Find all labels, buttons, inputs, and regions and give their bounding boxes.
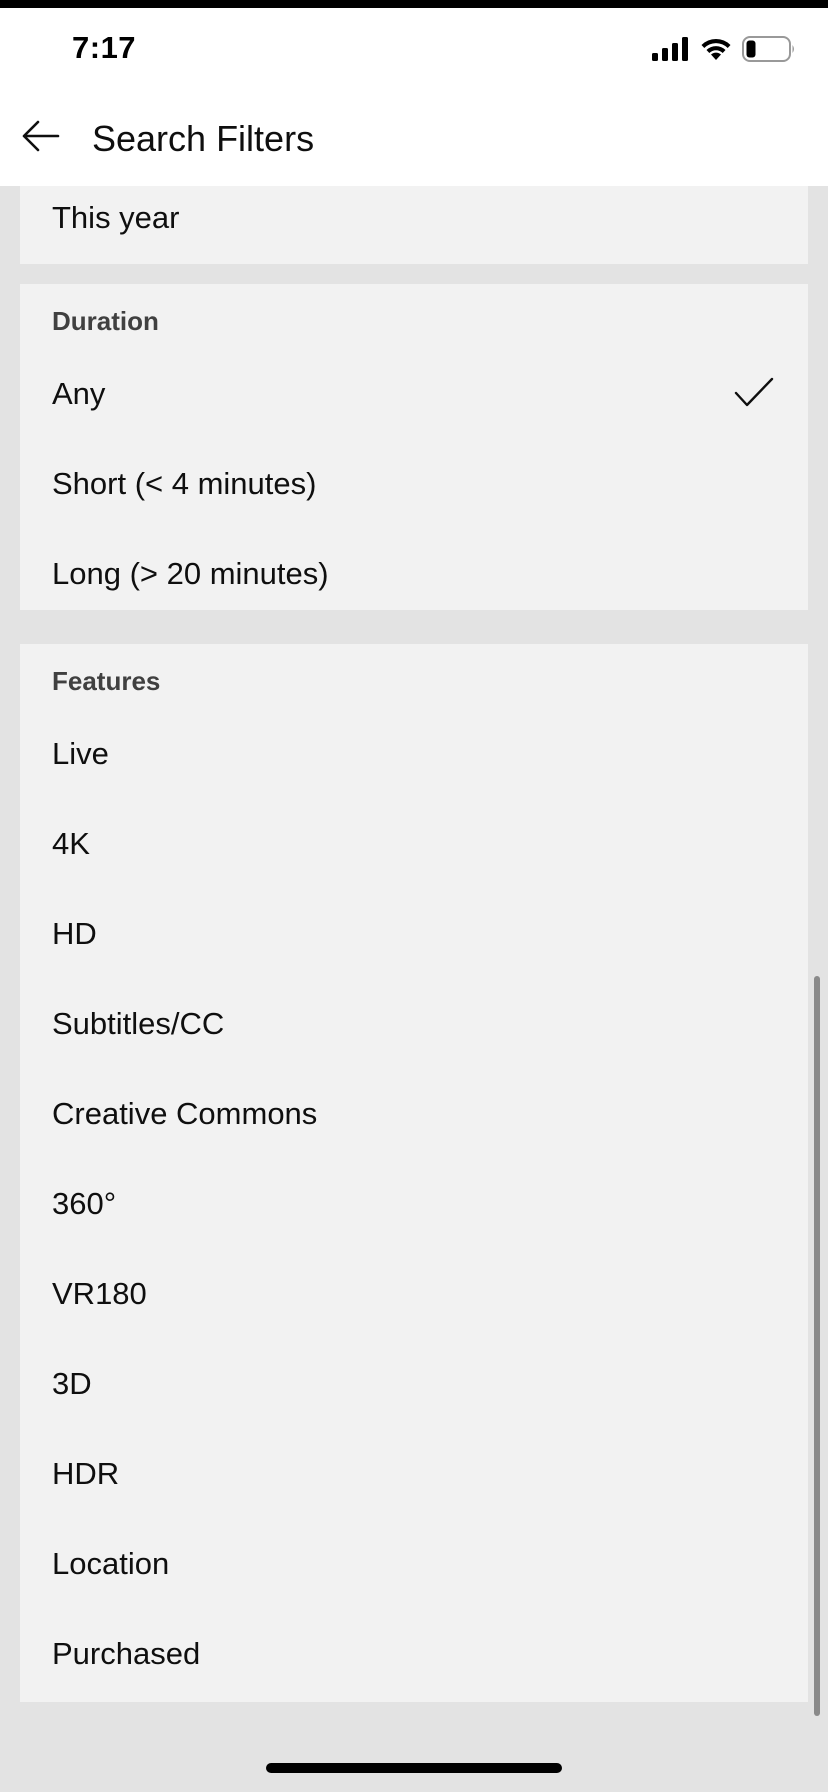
back-button[interactable] xyxy=(14,112,66,164)
option-label: 4K xyxy=(52,826,90,861)
battery-icon xyxy=(742,35,796,67)
option-label: Any xyxy=(52,376,106,411)
option-label: Short (< 4 minutes) xyxy=(52,466,317,501)
filter-option-long[interactable]: Long (> 20 minutes) xyxy=(20,530,808,620)
filter-option-live[interactable]: Live xyxy=(20,710,808,800)
option-label: Long (> 20 minutes) xyxy=(52,556,329,591)
app-bar: Search Filters xyxy=(0,90,828,186)
filter-option-4k[interactable]: 4K xyxy=(20,800,808,890)
status-time: 7:17 xyxy=(72,30,137,65)
filter-option-purchased[interactable]: Purchased xyxy=(20,1610,808,1700)
duration-card: Duration Any Short (< 4 minutes) Long (>… xyxy=(20,284,808,610)
option-label: Purchased xyxy=(52,1636,201,1671)
option-label: VR180 xyxy=(52,1276,147,1311)
option-label: 360° xyxy=(52,1186,117,1221)
upload-date-card: This year xyxy=(20,186,808,264)
page-title: Search Filters xyxy=(92,118,315,159)
option-label: 3D xyxy=(52,1366,92,1401)
filter-option-this-year[interactable]: This year xyxy=(20,186,808,264)
cellular-signal-icon xyxy=(652,36,690,66)
option-label: Creative Commons xyxy=(52,1096,318,1131)
filter-option-short[interactable]: Short (< 4 minutes) xyxy=(20,440,808,530)
filter-option-3d[interactable]: 3D xyxy=(20,1340,808,1430)
filters-scroll-area[interactable]: This year Duration Any Short (< 4 minute… xyxy=(0,186,828,1792)
features-card: Features Live 4K HD Subtitles/CC Creativ… xyxy=(20,644,808,1702)
checkmark-icon xyxy=(734,376,774,410)
option-label: HD xyxy=(52,916,97,951)
filter-option-any[interactable]: Any xyxy=(20,350,808,440)
option-label: Subtitles/CC xyxy=(52,1006,225,1041)
wifi-icon xyxy=(700,37,732,66)
filter-option-hd[interactable]: HD xyxy=(20,890,808,980)
section-title-features: Features xyxy=(52,666,161,696)
home-indicator[interactable] xyxy=(266,1763,562,1773)
filter-option-hdr[interactable]: HDR xyxy=(20,1430,808,1520)
option-label: Live xyxy=(52,736,109,771)
option-label: Location xyxy=(52,1546,170,1581)
scrollbar[interactable] xyxy=(814,976,820,1716)
filter-option-creative-commons[interactable]: Creative Commons xyxy=(20,1070,808,1160)
top-edge xyxy=(0,0,828,8)
option-label: This year xyxy=(52,200,180,235)
section-title-duration: Duration xyxy=(52,306,159,336)
arrow-left-icon xyxy=(20,118,60,159)
status-bar: 7:17 xyxy=(0,8,828,90)
filter-option-vr180[interactable]: VR180 xyxy=(20,1250,808,1340)
filter-option-subtitles-cc[interactable]: Subtitles/CC xyxy=(20,980,808,1070)
filter-option-360[interactable]: 360° xyxy=(20,1160,808,1250)
option-label: HDR xyxy=(52,1456,120,1491)
filter-option-location[interactable]: Location xyxy=(20,1520,808,1610)
status-icons xyxy=(652,35,796,67)
